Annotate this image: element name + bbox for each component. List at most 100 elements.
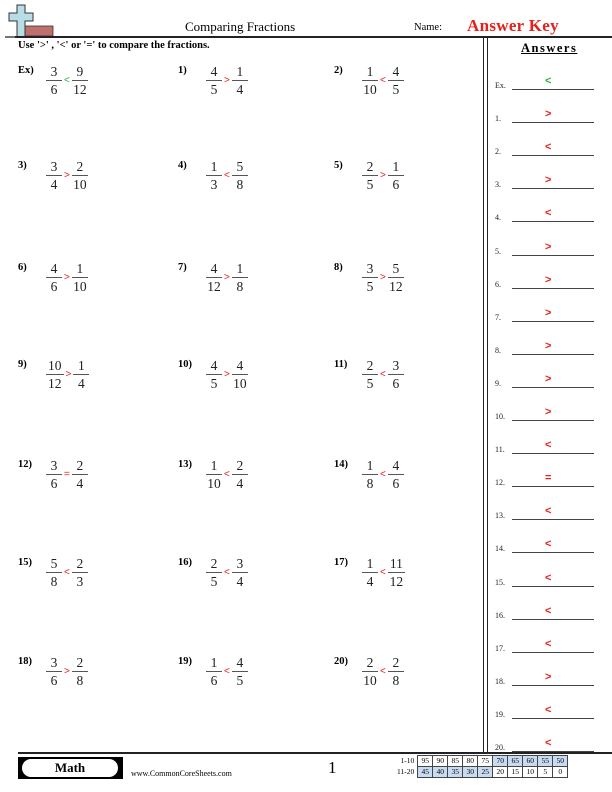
answer-blank[interactable] bbox=[512, 188, 594, 190]
answer-blank[interactable] bbox=[512, 254, 594, 256]
answer-number: 13. bbox=[495, 511, 505, 521]
score-cell: 80 bbox=[462, 755, 479, 767]
fraction-comparison: 4 6 >1 10 bbox=[46, 262, 88, 294]
answer-value: < bbox=[545, 604, 552, 617]
right-fraction: 58 bbox=[231, 160, 248, 192]
answer-blank[interactable] bbox=[512, 155, 594, 157]
problem-number: 15) bbox=[18, 557, 32, 568]
answer-blank[interactable] bbox=[512, 618, 594, 620]
left-fraction: 46 bbox=[46, 262, 62, 294]
right-fraction: 4 10 bbox=[231, 359, 248, 391]
score-cell: 20 bbox=[492, 766, 509, 778]
problem-item: 20) 2 10 <2 8 bbox=[334, 656, 484, 716]
right-fraction: 24 bbox=[71, 459, 88, 491]
answer-blank[interactable] bbox=[512, 320, 594, 322]
numerator: 3 bbox=[46, 656, 62, 672]
problem-item: 10) 4 5 >4 10 bbox=[178, 359, 328, 419]
answer-blank[interactable] bbox=[512, 122, 594, 124]
problem-item: 6) 4 6 >1 10 bbox=[18, 262, 168, 322]
comparison-symbol: > bbox=[224, 75, 230, 86]
answer-blank[interactable] bbox=[512, 585, 594, 587]
answer-number: 20. bbox=[495, 743, 505, 752]
comparison-symbol: > bbox=[65, 369, 72, 380]
answer-blank[interactable] bbox=[512, 519, 594, 521]
score-table: 1-10 95 90 85 80 75 70 65 60 55 50 11-20 45 40 35 30 25 2… bbox=[395, 755, 569, 778]
comparison-symbol: > bbox=[64, 272, 70, 283]
right-fraction: 46 bbox=[387, 459, 404, 491]
answer-value: > bbox=[545, 306, 552, 319]
answer-number: 19. bbox=[495, 709, 505, 719]
answer-row: 15. < bbox=[495, 567, 595, 587]
left-fraction: 18 bbox=[362, 459, 378, 491]
answer-blank[interactable] bbox=[512, 453, 594, 455]
score-cell: 65 bbox=[507, 755, 524, 767]
answer-row: 6. > bbox=[495, 269, 595, 289]
problem-number: 20) bbox=[334, 656, 348, 667]
numerator: 4 bbox=[231, 359, 248, 375]
numerator: 3 bbox=[387, 359, 404, 375]
problem-number: 8) bbox=[334, 262, 343, 273]
denominator: 4 bbox=[77, 376, 85, 391]
denominator: 12 bbox=[48, 376, 62, 391]
left-fraction: 45 bbox=[206, 65, 222, 97]
score-cell: 25 bbox=[477, 766, 494, 778]
numerator: 1 bbox=[362, 65, 378, 81]
right-fraction: 45 bbox=[231, 656, 248, 688]
answer-blank[interactable] bbox=[512, 552, 594, 554]
answer-row: 5. > bbox=[495, 236, 595, 256]
answer-row: 17. < bbox=[495, 633, 595, 653]
answer-row: Ex. < bbox=[495, 70, 595, 90]
answer-blank[interactable] bbox=[512, 221, 594, 223]
score-cell: 10 bbox=[522, 766, 539, 778]
left-fraction: 35 bbox=[362, 262, 378, 294]
answer-number: 17. bbox=[495, 643, 505, 653]
answer-row: 1. > bbox=[495, 103, 595, 124]
answer-number: 5. bbox=[495, 246, 501, 256]
score-cell: 85 bbox=[447, 755, 464, 767]
answer-blank[interactable] bbox=[512, 353, 594, 355]
denominator: 6 bbox=[392, 177, 400, 192]
denominator: 5 bbox=[366, 177, 374, 192]
answer-blank[interactable] bbox=[512, 420, 594, 421]
comparison-symbol: < bbox=[380, 369, 386, 380]
answer-blank[interactable] bbox=[512, 386, 594, 388]
problem-item: 11) 2 5 <3 6 bbox=[334, 359, 484, 419]
comparison-symbol: < bbox=[380, 666, 386, 677]
problem-item: 8) 3 5 >5 12 bbox=[334, 262, 484, 322]
problem-item: 3) 3 4 >2 10 bbox=[18, 160, 168, 220]
answer-value: < bbox=[545, 141, 552, 154]
answer-value: < bbox=[545, 637, 552, 650]
score-cell: 5 bbox=[537, 766, 554, 778]
answer-blank[interactable] bbox=[512, 717, 594, 719]
denominator: 8 bbox=[366, 476, 374, 491]
answer-blank[interactable] bbox=[512, 684, 594, 686]
answer-row: 4. < bbox=[495, 202, 595, 223]
answer-value: > bbox=[545, 670, 552, 683]
answer-blank[interactable] bbox=[512, 486, 594, 488]
denominator: 8 bbox=[236, 177, 244, 192]
numerator: 3 bbox=[231, 557, 248, 573]
left-fraction: 16 bbox=[206, 656, 222, 688]
answer-blank[interactable] bbox=[512, 89, 594, 90]
answer-blank[interactable] bbox=[512, 287, 594, 289]
problem-item: 5) 2 5 >1 6 bbox=[334, 160, 484, 220]
numerator: 4 bbox=[46, 262, 62, 278]
answer-blank[interactable] bbox=[512, 651, 594, 653]
right-fraction: 5 12 bbox=[387, 262, 404, 294]
name-label: Name: bbox=[414, 22, 442, 33]
denominator: 4 bbox=[236, 574, 244, 589]
fraction-comparison: 3 6 >2 8 bbox=[46, 656, 88, 688]
site-link[interactable]: www.CommonCoreSheets.com bbox=[131, 769, 232, 778]
answer-number: 18. bbox=[495, 676, 505, 686]
fraction-comparison: 3 6 = 2 4 bbox=[46, 459, 88, 491]
score-cell: 60 bbox=[522, 755, 539, 767]
left-fraction: 4 12 bbox=[206, 262, 222, 294]
right-fraction: 45 bbox=[387, 65, 404, 97]
numerator: 11 bbox=[387, 556, 405, 573]
denominator: 4 bbox=[76, 476, 84, 491]
answer-value: > bbox=[545, 339, 552, 352]
problem-number: 7) bbox=[178, 262, 187, 273]
denominator: 3 bbox=[76, 574, 84, 589]
problem-item: 12) 3 6 = 2 4 bbox=[18, 459, 168, 519]
denominator: 6 bbox=[210, 673, 218, 688]
